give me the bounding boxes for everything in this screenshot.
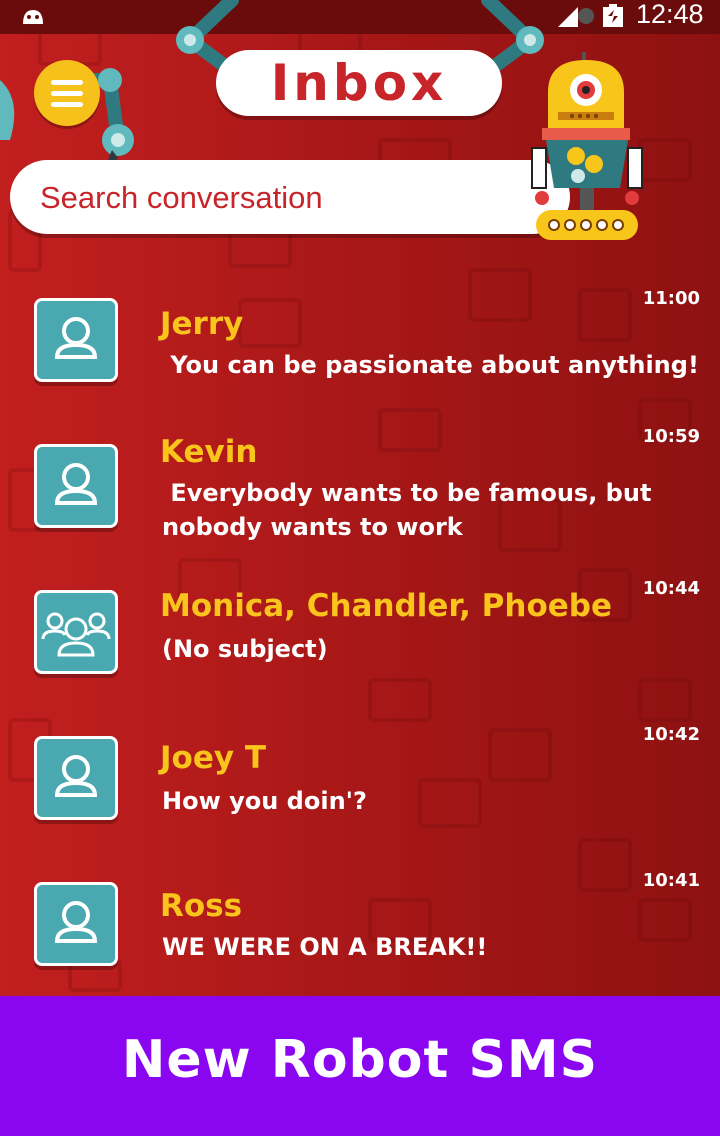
message-preview: How you doin'? [162,787,367,815]
banner-text: New Robot SMS [121,1030,599,1090]
message-time: 10:42 [642,724,700,745]
search-input[interactable] [38,172,542,224]
avatar [34,882,118,966]
message-time: 10:59 [642,426,700,447]
conversation-row-ross[interactable]: Ross WE WERE ON A BREAK!! 10:41 [0,866,720,1006]
message-preview: (No subject) [162,635,328,663]
group-users-icon [41,612,111,657]
robot-mascot-icon [531,52,643,240]
contact-name: Monica, Chandler, Phoebe [160,588,612,624]
conversation-row-jerry[interactable]: Jerry You can be passionate about anythi… [0,282,720,422]
conversation-row-group[interactable]: Monica, Chandler, Phoebe (No subject) 10… [0,574,720,714]
contact-name: Joey T [160,740,267,776]
page-title: Inbox [270,54,448,112]
message-preview: WE WERE ON A BREAK!! [162,933,488,961]
conversation-row-kevin[interactable]: Kevin Everybody wants to be famous, but … [0,426,720,568]
message-preview: Everybody wants to be famous, but nobody… [162,479,660,541]
search-field[interactable] [10,160,570,234]
message-time: 11:00 [642,288,700,309]
contact-name: Kevin [160,434,258,470]
message-time: 10:41 [642,870,700,891]
message-time: 10:44 [642,578,700,599]
contact-name: Jerry [160,306,244,342]
single-user-icon [54,317,98,359]
single-user-icon [54,463,98,505]
avatar [34,590,118,674]
contact-name: Ross [160,888,243,924]
menu-button[interactable] [34,60,100,126]
message-preview: You can be passionate about anything! [162,351,699,379]
avatar [34,298,118,382]
conversation-row-joey[interactable]: Joey T How you doin'? 10:42 [0,720,720,860]
promo-banner[interactable]: New Robot SMS [0,996,720,1136]
single-user-icon [54,755,98,797]
avatar [34,444,118,528]
avatar [34,736,118,820]
single-user-icon [54,901,98,943]
inbox-title-pill: Inbox [216,50,502,116]
